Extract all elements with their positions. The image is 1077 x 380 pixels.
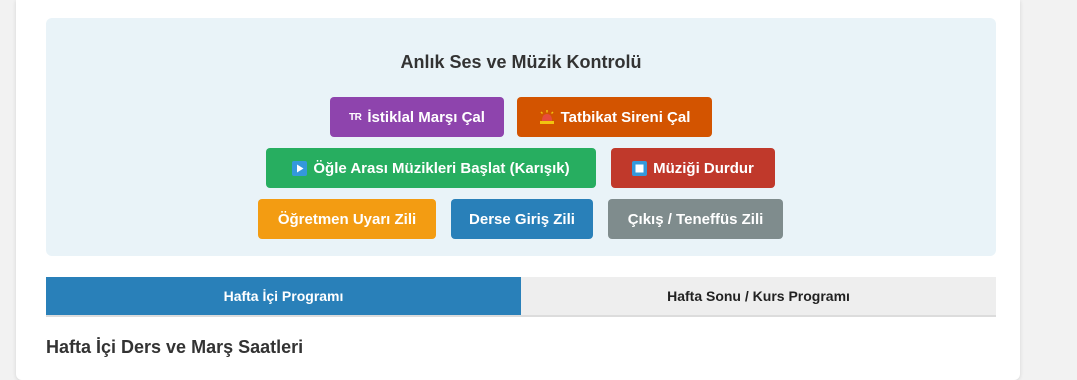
play-siren-button[interactable]: Tatbikat Sireni Çal: [517, 97, 712, 137]
teacher-alert-bell-label: Öğretmen Uyarı Zili: [277, 210, 417, 228]
stop-icon: [632, 160, 648, 176]
turkey-flag-icon: TR: [349, 111, 362, 123]
tab-weekday-schedule[interactable]: Hafta İçi Programı: [46, 277, 521, 315]
play-anthem-button[interactable]: TR İstiklal Marşı Çal: [330, 97, 504, 137]
sound-control-panel: Anlık Ses ve Müzik Kontrolü TR İstiklal …: [46, 18, 996, 256]
section-heading: Hafta İçi Ders ve Marş Saatleri: [46, 337, 304, 357]
tab-weekend-course-schedule[interactable]: Hafta Sonu / Kurs Programı: [521, 277, 996, 315]
play-anthem-label: İstiklal Marşı Çal: [367, 108, 485, 126]
panel-title: Anlık Ses ve Müzik Kontrolü: [400, 52, 642, 72]
teacher-alert-bell-button[interactable]: Öğretmen Uyarı Zili: [258, 199, 436, 239]
start-music-label: Öğle Arası Müzikleri Başlat (Karışık): [313, 159, 570, 177]
class-entry-bell-button[interactable]: Derse Giriş Zili: [451, 199, 593, 239]
exit-break-bell-button[interactable]: Çıkış / Teneffüs Zili: [608, 199, 783, 239]
play-siren-label: Tatbikat Sireni Çal: [560, 108, 691, 126]
stop-music-button[interactable]: Müziği Durdur: [611, 148, 775, 188]
play-icon: [292, 160, 308, 176]
schedule-tabs: Hafta İçi Programı Hafta Sonu / Kurs Pro…: [46, 277, 996, 317]
stop-music-label: Müziği Durdur: [653, 159, 754, 177]
main-card: Anlık Ses ve Müzik Kontrolü TR İstiklal …: [16, 0, 1020, 380]
start-music-button[interactable]: Öğle Arası Müzikleri Başlat (Karışık): [266, 148, 596, 188]
exit-break-bell-label: Çıkış / Teneffüs Zili: [627, 210, 764, 228]
class-entry-bell-label: Derse Giriş Zili: [469, 210, 575, 228]
siren-icon: [539, 110, 555, 124]
